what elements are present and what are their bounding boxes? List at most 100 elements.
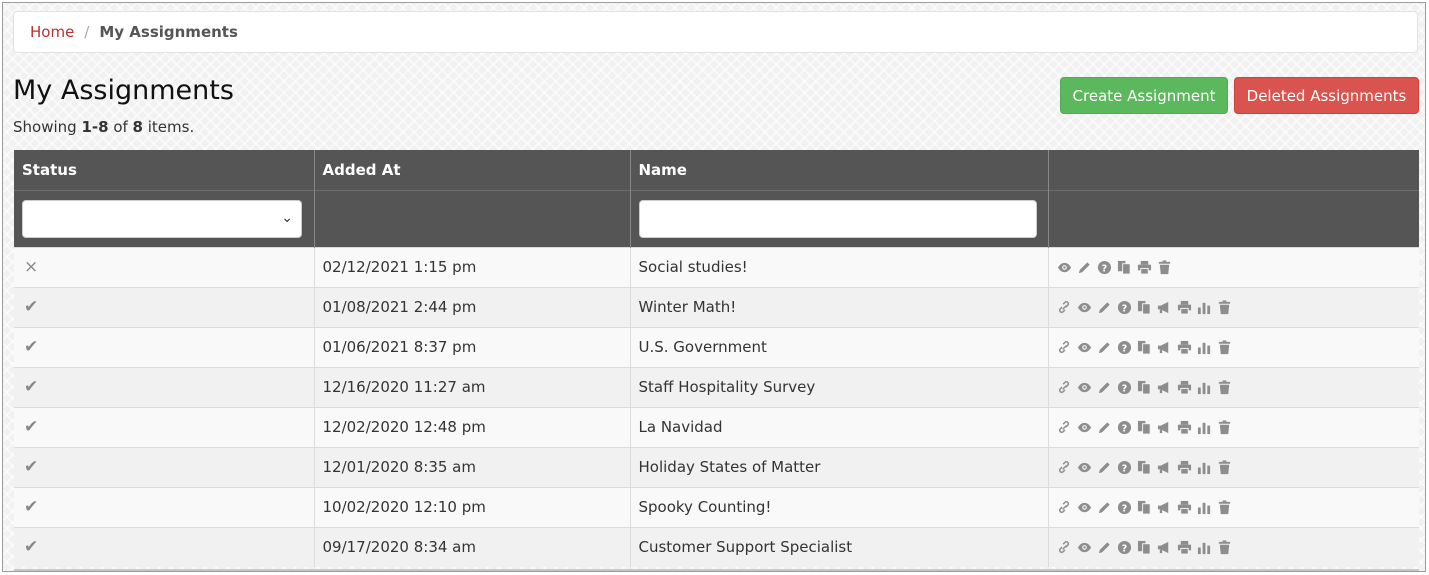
bullhorn-icon[interactable] <box>1157 459 1172 475</box>
actions-cell: ? <box>1048 526 1419 567</box>
copy-icon[interactable] <box>1117 259 1132 275</box>
pencil-icon[interactable] <box>1097 339 1112 355</box>
question-icon[interactable]: ? <box>1117 499 1132 515</box>
bullhorn-icon[interactable] <box>1157 339 1172 355</box>
actions-cell: ? <box>1048 326 1419 367</box>
bar-chart-icon[interactable] <box>1197 379 1212 395</box>
link-icon[interactable] <box>1057 419 1072 435</box>
pencil-icon[interactable] <box>1097 499 1112 515</box>
column-header-added-at[interactable]: Added At <box>314 150 631 190</box>
trash-icon[interactable] <box>1217 339 1232 355</box>
bullhorn-icon[interactable] <box>1157 379 1172 395</box>
print-icon[interactable] <box>1177 539 1192 555</box>
svg-text:?: ? <box>1121 543 1126 554</box>
summary-total: 8 <box>132 118 143 136</box>
added-at-cell: 10/02/2020 12:10 pm <box>314 486 631 527</box>
status-filter-select[interactable]: ⌄ <box>22 199 302 238</box>
eye-icon[interactable] <box>1057 259 1072 275</box>
print-icon[interactable] <box>1177 299 1192 315</box>
question-icon[interactable]: ? <box>1117 339 1132 355</box>
deleted-assignments-button[interactable]: Deleted Assignments <box>1234 77 1419 114</box>
pencil-icon[interactable] <box>1097 539 1112 555</box>
print-icon[interactable] <box>1177 339 1192 355</box>
link-icon[interactable] <box>1057 459 1072 475</box>
eye-icon[interactable] <box>1077 379 1092 395</box>
name-cell: Winter Math! <box>630 286 1049 327</box>
check-icon: ✔ <box>24 377 39 397</box>
bullhorn-icon[interactable] <box>1157 299 1172 315</box>
question-icon[interactable]: ? <box>1117 379 1132 395</box>
copy-icon[interactable] <box>1137 339 1152 355</box>
copy-icon[interactable] <box>1137 299 1152 315</box>
bar-chart-icon[interactable] <box>1197 539 1212 555</box>
bar-chart-icon[interactable] <box>1197 419 1212 435</box>
create-assignment-button[interactable]: Create Assignment <box>1060 77 1228 114</box>
bar-chart-icon[interactable] <box>1197 459 1212 475</box>
chevron-down-icon: ⌄ <box>281 209 293 226</box>
bar-chart-icon[interactable] <box>1197 499 1212 515</box>
actions-cell: ? <box>1048 446 1419 487</box>
trash-icon[interactable] <box>1217 459 1232 475</box>
row-actions: ? <box>1057 419 1412 435</box>
check-icon: ✔ <box>24 297 39 317</box>
link-icon[interactable] <box>1057 379 1072 395</box>
bullhorn-icon[interactable] <box>1157 419 1172 435</box>
print-icon[interactable] <box>1177 459 1192 475</box>
bullhorn-icon[interactable] <box>1157 539 1172 555</box>
trash-icon[interactable] <box>1217 379 1232 395</box>
table-row: ✔ 12/02/2020 12:48 pm La Navidad? <box>14 406 1419 447</box>
trash-icon[interactable] <box>1217 539 1232 555</box>
column-header-name[interactable]: Name <box>630 150 1049 190</box>
pencil-icon[interactable] <box>1097 419 1112 435</box>
trash-icon[interactable] <box>1217 499 1232 515</box>
copy-icon[interactable] <box>1137 539 1152 555</box>
bar-chart-icon[interactable] <box>1197 299 1212 315</box>
x-icon: × <box>24 257 39 277</box>
copy-icon[interactable] <box>1137 379 1152 395</box>
question-icon[interactable]: ? <box>1117 459 1132 475</box>
eye-icon[interactable] <box>1077 499 1092 515</box>
copy-icon[interactable] <box>1137 499 1152 515</box>
bar-chart-icon[interactable] <box>1197 339 1212 355</box>
copy-icon[interactable] <box>1137 459 1152 475</box>
eye-icon[interactable] <box>1077 339 1092 355</box>
link-icon[interactable] <box>1057 299 1072 315</box>
pencil-icon[interactable] <box>1097 299 1112 315</box>
print-icon[interactable] <box>1177 379 1192 395</box>
pencil-icon[interactable] <box>1097 379 1112 395</box>
print-icon[interactable] <box>1177 419 1192 435</box>
column-header-status[interactable]: Status <box>14 150 315 190</box>
check-icon: ✔ <box>24 417 39 437</box>
breadcrumb-home-link[interactable]: Home <box>30 23 74 41</box>
print-icon[interactable] <box>1177 499 1192 515</box>
table-row: × 02/12/2021 1:15 pm Social studies!? <box>14 246 1419 287</box>
link-icon[interactable] <box>1057 339 1072 355</box>
name-filter-cell <box>630 189 1049 247</box>
actions-cell: ? <box>1048 246 1419 287</box>
bullhorn-icon[interactable] <box>1157 499 1172 515</box>
svg-text:?: ? <box>1121 383 1126 394</box>
eye-icon[interactable] <box>1077 459 1092 475</box>
trash-icon[interactable] <box>1217 299 1232 315</box>
name-filter-input[interactable] <box>638 199 1037 238</box>
name-cell: Staff Hospitality Survey <box>630 366 1049 407</box>
copy-icon[interactable] <box>1137 419 1152 435</box>
link-icon[interactable] <box>1057 539 1072 555</box>
print-icon[interactable] <box>1137 259 1152 275</box>
eye-icon[interactable] <box>1077 419 1092 435</box>
row-actions: ? <box>1057 339 1412 355</box>
question-icon[interactable]: ? <box>1117 299 1132 315</box>
trash-icon[interactable] <box>1217 419 1232 435</box>
name-cell: Customer Support Specialist <box>630 526 1049 567</box>
question-icon[interactable]: ? <box>1097 259 1112 275</box>
trash-icon[interactable] <box>1157 259 1172 275</box>
eye-icon[interactable] <box>1077 539 1092 555</box>
question-icon[interactable]: ? <box>1117 419 1132 435</box>
pencil-icon[interactable] <box>1077 259 1092 275</box>
eye-icon[interactable] <box>1077 299 1092 315</box>
link-icon[interactable] <box>1057 499 1072 515</box>
status-cell: ✔ <box>14 326 315 367</box>
question-icon[interactable]: ? <box>1117 539 1132 555</box>
status-cell: ✔ <box>14 446 315 487</box>
pencil-icon[interactable] <box>1097 459 1112 475</box>
